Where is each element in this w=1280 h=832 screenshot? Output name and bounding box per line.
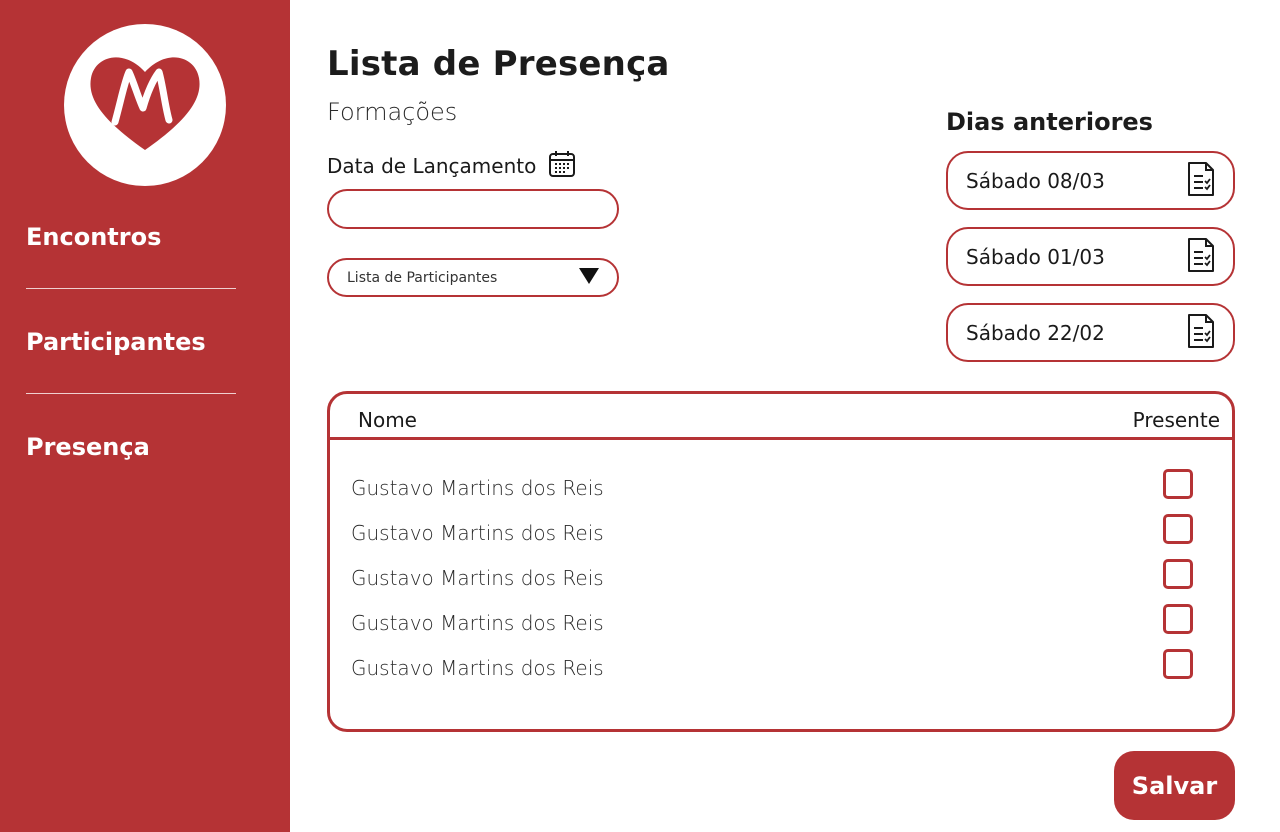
previous-days-title: Dias anteriores — [946, 108, 1153, 136]
participant-name: Gustavo Martins dos Reis — [351, 566, 604, 590]
sidebar-divider — [26, 393, 236, 394]
page-title: Lista de Presença — [327, 44, 670, 84]
checklist-document-icon — [1187, 313, 1215, 353]
participant-name: Gustavo Martins dos Reis — [351, 521, 604, 545]
previous-day-label: Sábado 22/02 — [966, 320, 1105, 345]
participant-name: Gustavo Martins dos Reis — [351, 656, 604, 680]
app-logo[interactable] — [64, 24, 226, 186]
sidebar-item-presenca[interactable]: Presença — [26, 432, 266, 462]
date-input[interactable] — [327, 189, 619, 229]
previous-day-label: Sábado 08/03 — [966, 168, 1105, 193]
participant-name: Gustavo Martins dos Reis — [351, 476, 604, 500]
date-label-row: Data de Lançamento — [327, 150, 576, 182]
heart-m-logo-icon — [90, 57, 200, 150]
presence-checkbox[interactable] — [1163, 469, 1193, 499]
table-row: Gustavo Martins dos Reis — [330, 468, 1232, 513]
page-subtitle: Formações — [327, 98, 458, 126]
column-header-presente: Presente — [1132, 408, 1220, 432]
table-row: Gustavo Martins dos Reis — [330, 513, 1232, 558]
presence-checkbox[interactable] — [1163, 514, 1193, 544]
table-row: Gustavo Martins dos Reis — [330, 558, 1232, 603]
presence-checkbox[interactable] — [1163, 604, 1193, 634]
checklist-document-icon — [1187, 237, 1215, 277]
presence-checkbox[interactable] — [1163, 559, 1193, 589]
sidebar-item-encontros[interactable]: Encontros — [26, 222, 266, 252]
sidebar: Encontros Participantes Presença — [0, 0, 290, 832]
presence-checkbox[interactable] — [1163, 649, 1193, 679]
column-header-nome: Nome — [358, 408, 417, 432]
checklist-document-icon — [1187, 161, 1215, 201]
previous-day-button[interactable]: Sábado 08/03 — [946, 151, 1235, 210]
table-row: Gustavo Martins dos Reis — [330, 603, 1232, 648]
previous-day-button[interactable]: Sábado 22/02 — [946, 303, 1235, 362]
date-label: Data de Lançamento — [327, 154, 537, 178]
page: Encontros Participantes Presença Lista d… — [0, 0, 1280, 832]
table-header: Nome Presente — [330, 394, 1232, 440]
calendar-icon[interactable] — [548, 150, 576, 182]
participant-name: Gustavo Martins dos Reis — [351, 611, 604, 635]
previous-day-label: Sábado 01/03 — [966, 244, 1105, 269]
attendance-table: Nome Presente Gustavo Martins dos Reis G… — [327, 391, 1235, 732]
sidebar-divider — [26, 288, 236, 289]
save-button[interactable]: Salvar — [1114, 751, 1235, 820]
previous-day-button[interactable]: Sábado 01/03 — [946, 227, 1235, 286]
participants-select-label: Lista de Participantes — [347, 269, 498, 286]
table-row: Gustavo Martins dos Reis — [330, 648, 1232, 693]
sidebar-item-participantes[interactable]: Participantes — [26, 327, 266, 357]
triangle-down-icon — [579, 267, 599, 288]
participants-select[interactable]: Lista de Participantes — [327, 258, 619, 297]
